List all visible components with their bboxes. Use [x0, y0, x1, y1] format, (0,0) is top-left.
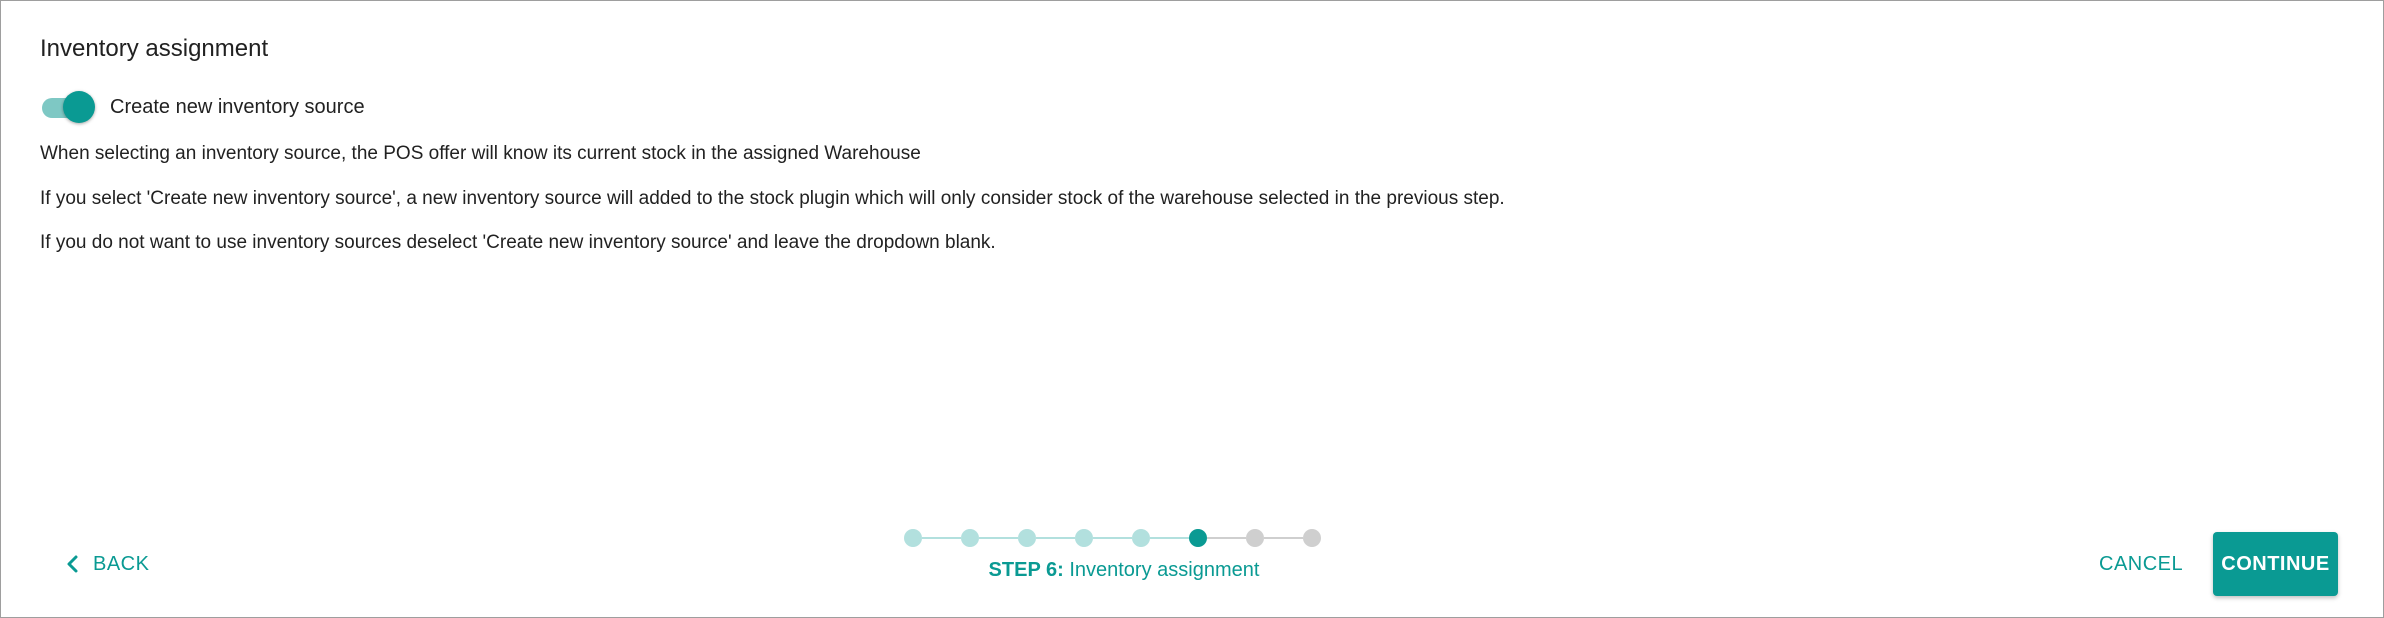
step-number: STEP 6:	[988, 559, 1064, 581]
back-button-label: BACK	[93, 552, 150, 575]
step-dot-3	[1018, 529, 1036, 547]
info-paragraph-2: If you select 'Create new inventory sour…	[40, 188, 1505, 209]
step-dot-2	[961, 529, 979, 547]
step-dot-1	[904, 529, 922, 547]
step-dot-8	[1303, 529, 1321, 547]
progress-stepper	[904, 527, 1321, 549]
step-dot-4	[1075, 529, 1093, 547]
inventory-assignment-dialog: Inventory assignment Create new inventor…	[0, 0, 2384, 618]
step-name: Inventory assignment	[1069, 559, 1260, 581]
step-connector	[922, 537, 961, 539]
info-paragraph-3: If you do not want to use inventory sour…	[40, 232, 996, 253]
step-connector	[1264, 537, 1303, 539]
step-caption: STEP 6: Inventory assignment	[904, 559, 1344, 582]
switch-thumb	[63, 91, 95, 123]
create-inventory-source-toggle-row: Create new inventory source	[40, 89, 365, 125]
chevron-left-icon	[67, 555, 78, 573]
continue-button[interactable]: CONTINUE	[2213, 532, 2338, 596]
step-connector	[979, 537, 1018, 539]
step-dot-6-current	[1189, 529, 1207, 547]
info-paragraph-1: When selecting an inventory source, the …	[40, 143, 921, 164]
step-connector	[1036, 537, 1075, 539]
step-dot-7	[1246, 529, 1264, 547]
step-connector	[1093, 537, 1132, 539]
create-inventory-source-switch[interactable]	[40, 89, 96, 125]
back-button[interactable]: BACK	[63, 546, 149, 582]
step-connector	[1150, 537, 1189, 539]
step-connector	[1207, 537, 1246, 539]
dialog-title: Inventory assignment	[40, 35, 269, 62]
step-dot-5	[1132, 529, 1150, 547]
cancel-button[interactable]: CANCEL	[2099, 546, 2183, 582]
create-inventory-source-label[interactable]: Create new inventory source	[110, 96, 365, 119]
